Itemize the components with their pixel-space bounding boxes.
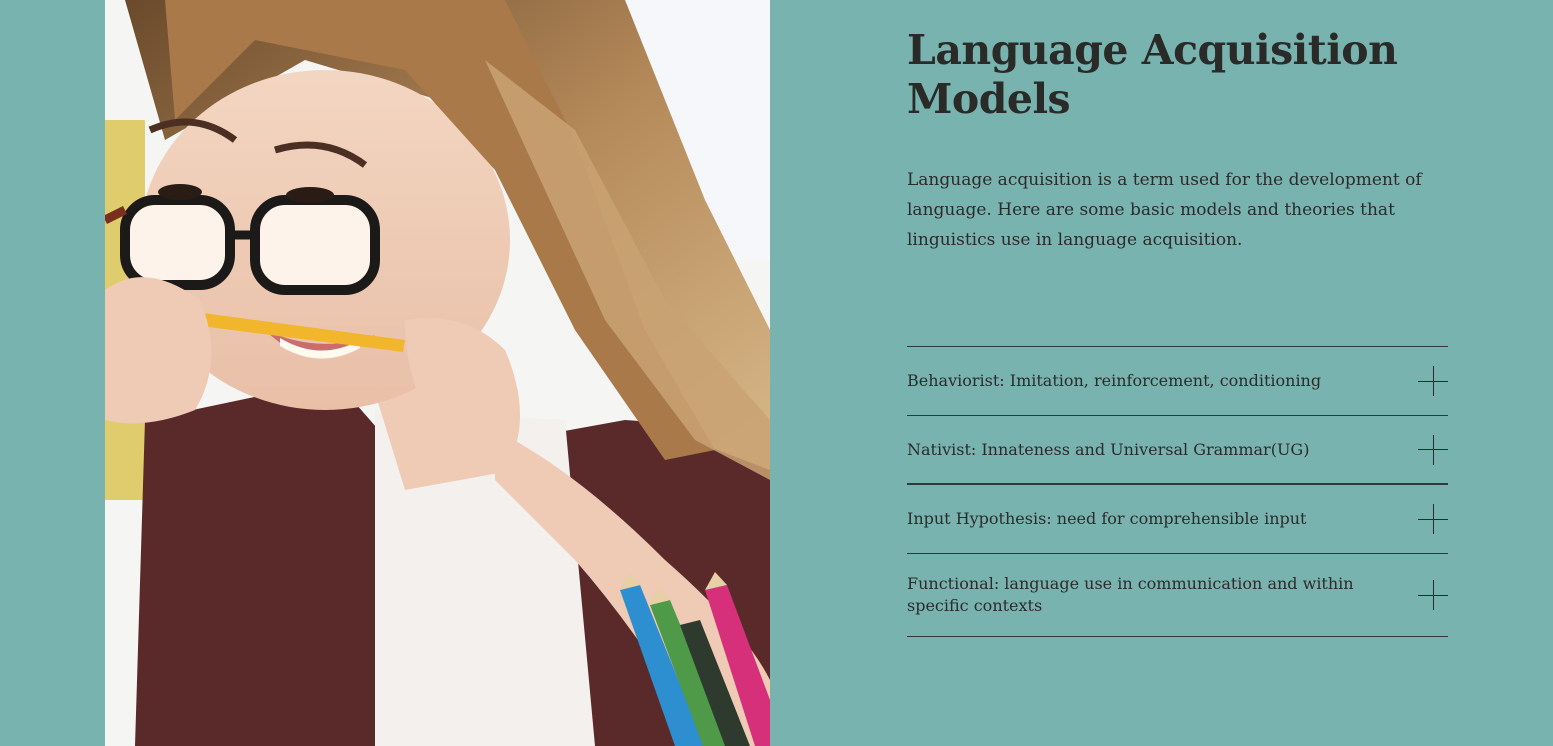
- accordion-item-behaviorist[interactable]: Behaviorist: Imitation, reinforcement, c…: [907, 347, 1448, 416]
- accordion-item-label: Input Hypothesis: need for comprehensibl…: [907, 509, 1307, 528]
- accordion-item-label: Functional: language use in communicatio…: [907, 574, 1354, 615]
- plus-icon[interactable]: [1418, 366, 1448, 396]
- plus-icon[interactable]: [1418, 504, 1448, 534]
- accordion-item-label: Behaviorist: Imitation, reinforcement, c…: [907, 371, 1322, 390]
- accordion-item-label: Nativist: Innateness and Universal Gramm…: [907, 439, 1310, 459]
- models-accordion: Behaviorist: Imitation, reinforcement, c…: [907, 346, 1448, 637]
- accordion-item-nativist[interactable]: Nativist: Innateness and Universal Gramm…: [907, 416, 1448, 485]
- hero-photo: [105, 0, 770, 746]
- plus-icon[interactable]: [1418, 580, 1448, 610]
- plus-icon[interactable]: [1418, 434, 1448, 465]
- section-title: Language Acquisition Models: [907, 26, 1398, 123]
- accordion-item-functional[interactable]: Functional: language use in communicatio…: [907, 554, 1448, 637]
- section-intro: Language acquisition is a term used for …: [907, 170, 1422, 250]
- accordion-item-input-hypothesis[interactable]: Input Hypothesis: need for comprehensibl…: [907, 485, 1448, 554]
